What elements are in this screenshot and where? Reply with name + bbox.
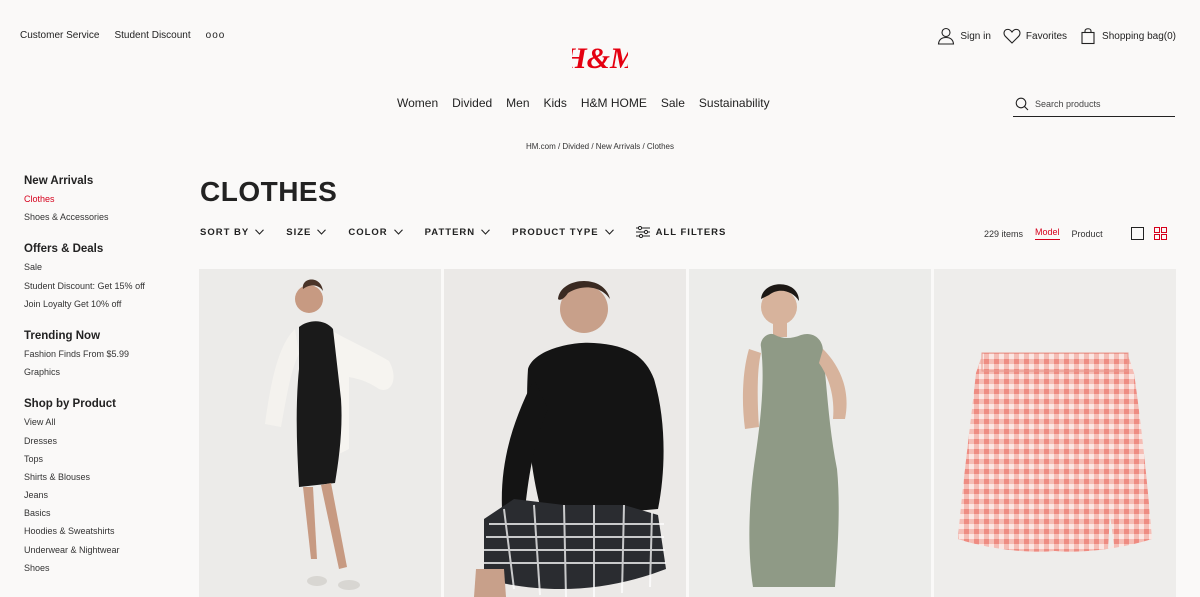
four-grid-icon[interactable] (1153, 227, 1167, 240)
sidebar-item-graphics[interactable]: Graphics (24, 363, 184, 381)
model-view-toggle[interactable]: Model (1035, 227, 1060, 240)
product-image (934, 269, 1176, 597)
sidebar-heading[interactable]: Offers & Deals (24, 243, 184, 255)
page-title: CLOTHES (200, 176, 338, 207)
utility-links: Customer Service Student Discount ooo (20, 30, 225, 41)
sidebar-group-new-arrivals: New Arrivals Clothes Shoes & Accessories (24, 175, 184, 226)
product-image (199, 269, 441, 597)
product-card[interactable] (444, 269, 686, 597)
favorites-label: Favorites (1025, 30, 1068, 42)
filter-label: SORT BY (200, 226, 250, 238)
main-nav: Women Divided Men Kids H&M HOME Sale Sus… (397, 96, 770, 110)
sign-in-label: Sign in (960, 30, 991, 42)
product-type-dropdown[interactable]: PRODUCT TYPE (512, 226, 614, 238)
sidebar-item-jeans[interactable]: Jeans (24, 486, 184, 504)
filter-label: COLOR (348, 226, 388, 238)
filter-bar: SORT BY SIZE COLOR PATTERN PRODUCT TYPE … (200, 226, 726, 238)
sidebar-item-underwear[interactable]: Underwear & Nightwear (24, 541, 184, 559)
sign-in-button[interactable]: Sign in (937, 27, 991, 45)
filter-label: SIZE (286, 226, 312, 238)
search-placeholder: Search products (1035, 99, 1101, 109)
product-image (444, 269, 686, 597)
shopping-bag-button[interactable]: Shopping bag(0) (1079, 27, 1176, 45)
all-filters-label: ALL FILTERS (655, 226, 727, 238)
hm-logo[interactable]: H&M (572, 38, 628, 76)
item-count: 229 items (984, 228, 1024, 239)
single-grid-icon[interactable] (1130, 227, 1144, 240)
sidebar-heading[interactable]: Trending Now (24, 330, 184, 342)
customer-service-link[interactable]: Customer Service (20, 30, 99, 41)
user-icon (938, 27, 955, 45)
product-view-toggle[interactable]: Product (1072, 229, 1103, 239)
all-filters-button[interactable]: ALL FILTERS (635, 226, 727, 238)
bag-icon (1081, 28, 1095, 45)
nav-item-women[interactable]: Women (397, 96, 438, 110)
student-discount-link[interactable]: Student Discount (114, 30, 190, 41)
sidebar-item-shoes[interactable]: Shoes (24, 559, 184, 577)
sidebar: New Arrivals Clothes Shoes & Accessories… (24, 175, 184, 594)
nav-item-men[interactable]: Men (506, 96, 529, 110)
breadcrumb[interactable]: HM.com / Divided / New Arrivals / Clothe… (0, 142, 1200, 151)
nav-item-sale[interactable]: Sale (661, 96, 685, 110)
product-image (689, 269, 931, 597)
more-menu-button[interactable]: ooo (206, 30, 226, 41)
sidebar-item-clothes[interactable]: Clothes (24, 190, 184, 208)
sidebar-item-sale[interactable]: Sale (24, 258, 184, 276)
nav-item-divided[interactable]: Divided (452, 96, 492, 110)
product-grid (199, 269, 1176, 597)
search-input[interactable]: Search products (1013, 92, 1175, 117)
grid-size-toggle (1130, 227, 1167, 240)
sidebar-group-trending: Trending Now Fashion Finds From $5.99 Gr… (24, 330, 184, 381)
product-card[interactable] (689, 269, 931, 597)
sidebar-item-shirts-blouses[interactable]: Shirts & Blouses (24, 468, 184, 486)
sidebar-group-shop-by-product: Shop by Product View All Dresses Tops Sh… (24, 398, 184, 577)
logo-text: H&M (572, 42, 628, 75)
sliders-icon (635, 226, 650, 238)
sidebar-item-loyalty[interactable]: Join Loyalty Get 10% off (24, 295, 184, 313)
sidebar-item-view-all[interactable]: View All (24, 413, 184, 431)
chevron-down-icon (481, 229, 491, 235)
size-dropdown[interactable]: SIZE (286, 226, 327, 238)
sidebar-item-fashion-finds[interactable]: Fashion Finds From $5.99 (24, 345, 184, 363)
chevron-down-icon (317, 229, 327, 235)
heart-icon (1003, 28, 1021, 44)
sidebar-item-basics[interactable]: Basics (24, 504, 184, 522)
product-card[interactable] (934, 269, 1176, 597)
chevron-down-icon (604, 229, 614, 235)
product-card[interactable] (199, 269, 441, 597)
color-dropdown[interactable]: COLOR (348, 226, 403, 238)
sidebar-item-student-discount[interactable]: Student Discount: Get 15% off (24, 277, 184, 295)
filter-label: PRODUCT TYPE (512, 226, 599, 238)
view-options: 229 items Model Product (984, 227, 1167, 240)
search-icon (1015, 97, 1029, 111)
account-menu: Sign in Favorites Shopping bag(0) (937, 27, 1176, 45)
chevron-down-icon (255, 229, 265, 235)
sidebar-heading[interactable]: New Arrivals (24, 175, 184, 187)
shopping-bag-label: Shopping bag(0) (1102, 30, 1176, 42)
favorites-button[interactable]: Favorites (1003, 27, 1067, 45)
sidebar-group-offers: Offers & Deals Sale Student Discount: Ge… (24, 243, 184, 313)
sort-by-dropdown[interactable]: SORT BY (200, 226, 265, 238)
nav-item-home[interactable]: H&M HOME (581, 96, 647, 110)
nav-item-kids[interactable]: Kids (544, 96, 567, 110)
sidebar-item-hoodies[interactable]: Hoodies & Sweatshirts (24, 522, 184, 540)
sidebar-heading[interactable]: Shop by Product (24, 398, 184, 410)
nav-item-sustainability[interactable]: Sustainability (699, 96, 770, 110)
sidebar-item-dresses[interactable]: Dresses (24, 432, 184, 450)
chevron-down-icon (393, 229, 403, 235)
sidebar-item-tops[interactable]: Tops (24, 450, 184, 468)
filter-label: PATTERN (424, 226, 476, 238)
pattern-dropdown[interactable]: PATTERN (424, 226, 491, 238)
sidebar-item-shoes-accessories[interactable]: Shoes & Accessories (24, 208, 184, 226)
